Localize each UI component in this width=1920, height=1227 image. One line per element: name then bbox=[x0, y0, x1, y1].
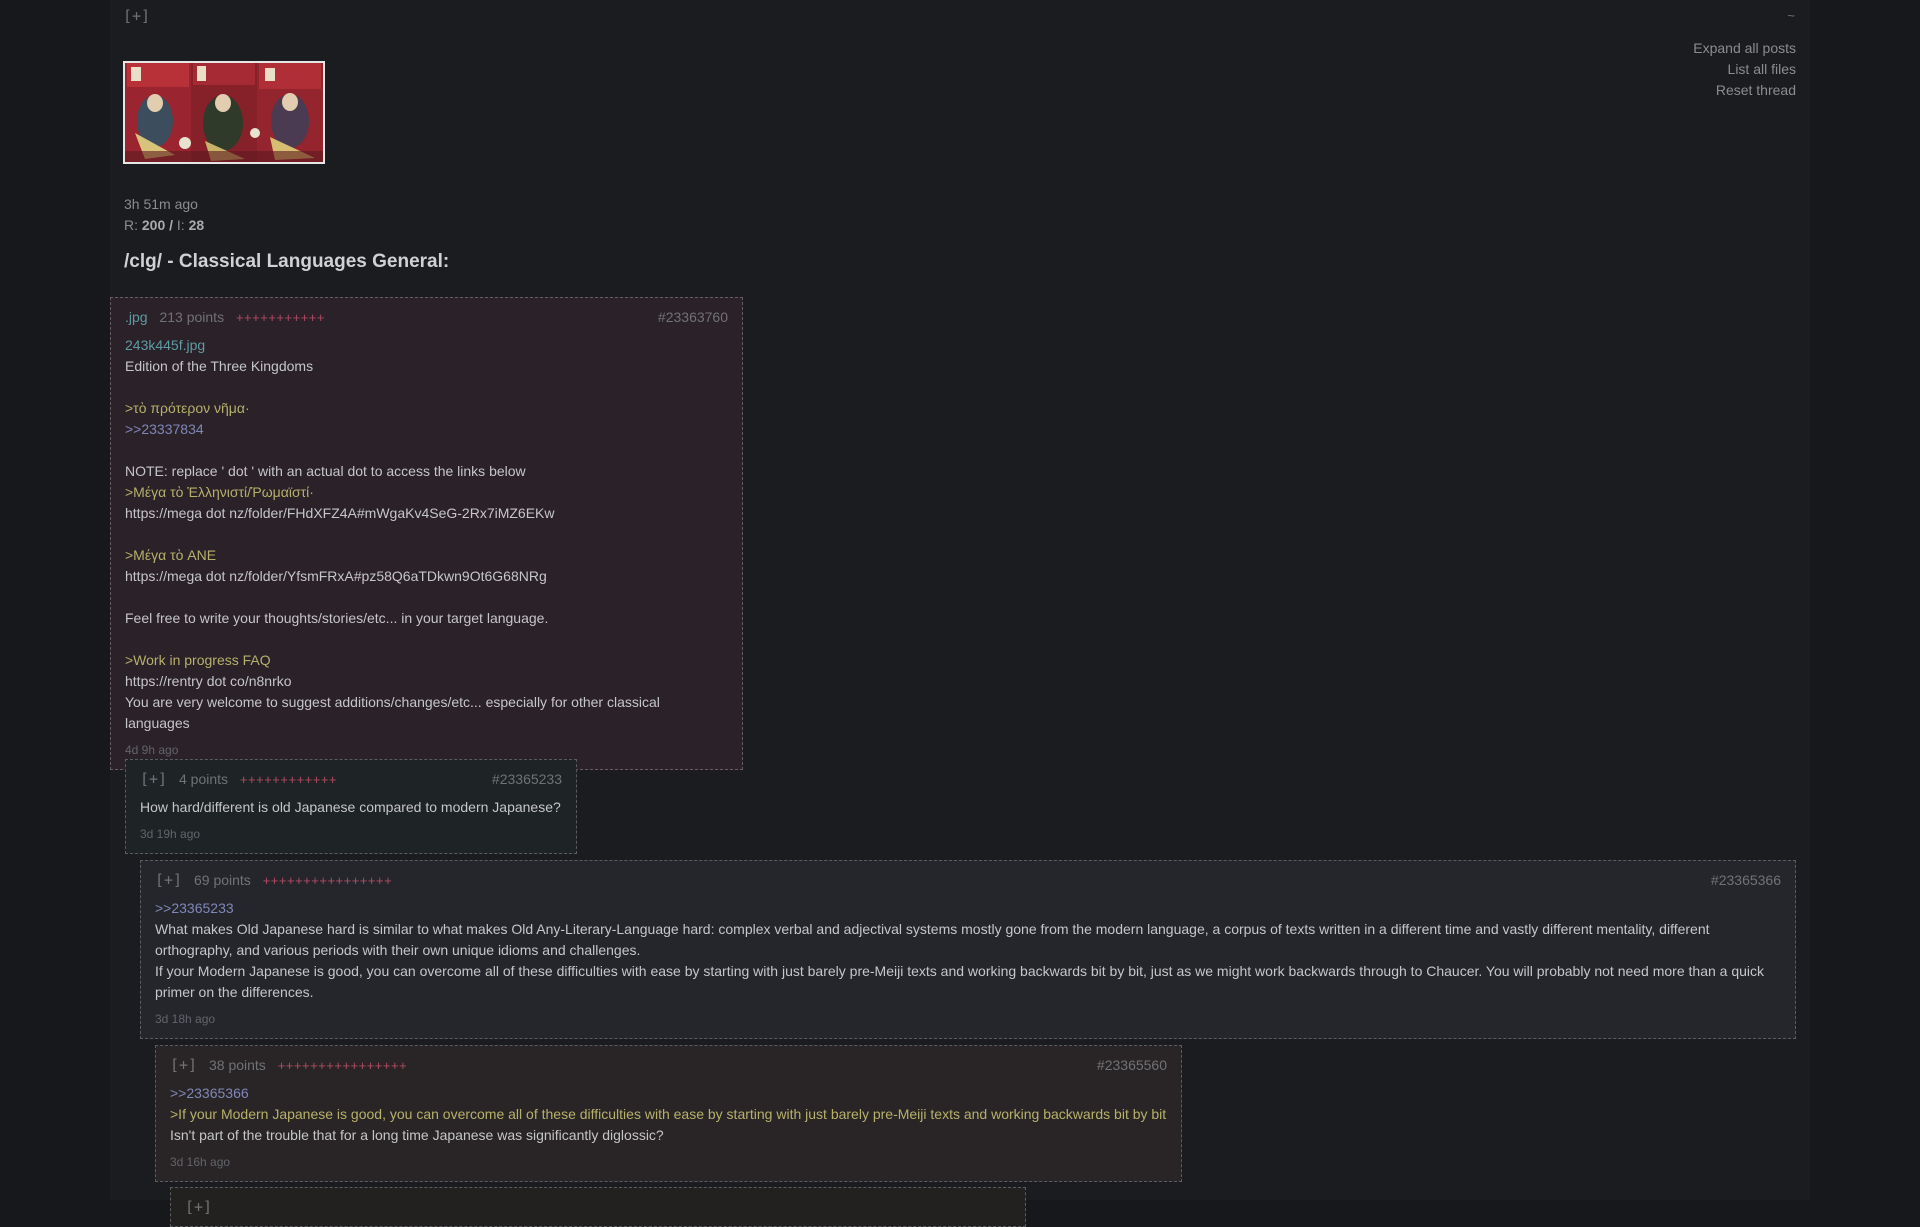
post-text-line[interactable]: https://mega dot nz/folder/FHdXFZ4A#mWga… bbox=[125, 503, 728, 524]
quote-link[interactable]: >>23365366 bbox=[170, 1083, 1167, 1104]
post-collapse-toggle[interactable]: [+] bbox=[155, 871, 182, 889]
greentext-line: >Μέγα τὸ Ἑλληνιστί/Ῥωμαϊστί· bbox=[125, 484, 314, 500]
post-text-line: What makes Old Japanese hard is similar … bbox=[155, 921, 1710, 958]
op-image-thumbnail[interactable] bbox=[123, 61, 325, 164]
reply-post: [+] bbox=[170, 1187, 1026, 1227]
post-collapse-toggle[interactable]: [+] bbox=[140, 770, 167, 788]
reply-count: 200 bbox=[141, 217, 166, 233]
post-time: 3d 16h ago bbox=[170, 1155, 231, 1169]
post-points: 38 points bbox=[208, 1057, 266, 1073]
post-text-line bbox=[125, 629, 728, 650]
post-points: 69 points bbox=[193, 872, 251, 888]
op-post: .jpg 213 points +++++++++++ #23363760 24… bbox=[110, 297, 743, 770]
post-points: 213 points bbox=[159, 309, 225, 325]
thread-stats: R: 200 / I: 28 bbox=[124, 215, 204, 236]
points-bar: ++++++++++++ bbox=[239, 772, 338, 787]
thread-title: /clg/ - Classical Languages General: bbox=[124, 251, 450, 272]
post-time: 3d 19h ago bbox=[140, 827, 201, 841]
post-text-line: If your Modern Japanese is good, you can… bbox=[155, 963, 1765, 1000]
post-text-line: Isn't part of the trouble that for a lon… bbox=[170, 1127, 664, 1143]
reply-post: [+] 69 points ++++++++++++++++ #23365366… bbox=[140, 860, 1796, 1039]
reset-thread-link[interactable]: Reset thread bbox=[1693, 80, 1796, 101]
post-time: 3d 18h ago bbox=[155, 1012, 216, 1026]
post-number[interactable]: #23363760 bbox=[658, 307, 728, 328]
thread-menu: Expand all posts List all files Reset th… bbox=[1693, 38, 1796, 101]
post-text-line: You are very welcome to suggest addition… bbox=[125, 694, 660, 731]
quote-link[interactable]: >>23365233 bbox=[155, 898, 1781, 919]
thread-container: [+] ~ Expand all posts List all files Re… bbox=[110, 0, 1810, 1227]
post-collapse-toggle[interactable]: [+] bbox=[185, 1198, 212, 1216]
greentext-line: >Work in progress FAQ bbox=[125, 652, 271, 668]
post-body: >>23365366 >If your Modern Japanese is go… bbox=[170, 1083, 1167, 1146]
post-text-line: NOTE: replace ' dot ' with an actual dot… bbox=[125, 463, 526, 479]
post-body: 243k445f.jpg Edition of the Three Kingdo… bbox=[125, 335, 728, 734]
post-collapse-toggle[interactable]: [+] bbox=[170, 1056, 197, 1074]
post-number[interactable]: #23365233 bbox=[492, 769, 562, 790]
list-all-files-link[interactable]: List all files bbox=[1693, 59, 1796, 80]
points-bar: ++++++++++++++++ bbox=[277, 1058, 408, 1073]
quote-link[interactable]: >>23337834 bbox=[125, 419, 728, 440]
reply-post: [+] 4 points ++++++++++++ #23365233 How … bbox=[125, 759, 577, 854]
reply-post: [+] 38 points ++++++++++++++++ #23365560… bbox=[155, 1045, 1182, 1182]
post-text-line: How hard/different is old Japanese compa… bbox=[140, 799, 561, 815]
post-text-line: Edition of the Three Kingdoms bbox=[125, 358, 314, 374]
greentext-line: >τὸ πρότερον νῆμα· bbox=[125, 400, 250, 416]
file-link[interactable]: 243k445f.jpg bbox=[125, 337, 205, 353]
post-number[interactable]: #23365560 bbox=[1097, 1055, 1167, 1076]
op-text-lines: Edition of the Three Kingdoms >τὸ πρότερο… bbox=[125, 356, 728, 734]
images-label: I: bbox=[176, 217, 189, 233]
post-header: .jpg 213 points +++++++++++ #23363760 bbox=[125, 307, 728, 329]
post-text-line[interactable]: https://rentry dot co/n8nrko bbox=[125, 671, 728, 692]
post-text-line bbox=[125, 587, 728, 608]
post-text-line[interactable]: https://mega dot nz/folder/YfsmFRxA#pz58… bbox=[125, 566, 728, 587]
thread-collapse-toggle[interactable]: [+] bbox=[123, 7, 150, 25]
post-time: 4d 9h ago bbox=[125, 743, 179, 757]
greentext-line: >Μέγα τὸ ANE bbox=[125, 547, 217, 563]
post-text-line bbox=[125, 524, 728, 545]
points-bar: ++++++++++++++++ bbox=[262, 873, 393, 888]
points-bar: +++++++++++ bbox=[235, 310, 325, 325]
woodblock-print-image bbox=[125, 63, 323, 162]
post-body: How hard/different is old Japanese compa… bbox=[140, 797, 562, 818]
file-extension: .jpg bbox=[125, 309, 148, 325]
expand-all-posts-link[interactable]: Expand all posts bbox=[1693, 38, 1796, 59]
post-header: [+] 4 points ++++++++++++ #23365233 bbox=[140, 769, 562, 791]
stats-separator: / bbox=[165, 217, 177, 233]
op-meta: 3h 51m ago R: 200 / I: 28 bbox=[124, 194, 204, 236]
post-header: [+] bbox=[185, 1197, 1011, 1219]
post-body: >>23365233 What makes Old Japanese hard i… bbox=[155, 898, 1781, 1003]
post-text-line: Feel free to write your thoughts/stories… bbox=[125, 610, 549, 626]
post-header: [+] 38 points ++++++++++++++++ #23365560 bbox=[170, 1055, 1167, 1077]
post-text-line bbox=[125, 440, 728, 461]
post-number[interactable]: #23365366 bbox=[1711, 870, 1781, 891]
image-count: 28 bbox=[188, 217, 205, 233]
tilde-link[interactable]: ~ bbox=[1787, 8, 1795, 23]
replies-label: R: bbox=[124, 217, 142, 233]
op-age: 3h 51m ago bbox=[124, 196, 198, 212]
greentext-line: >If your Modern Japanese is good, you ca… bbox=[170, 1106, 1167, 1122]
post-header: [+] 69 points ++++++++++++++++ #23365366 bbox=[155, 870, 1781, 892]
post-points: 4 points bbox=[178, 771, 229, 787]
post-text-line bbox=[125, 377, 728, 398]
